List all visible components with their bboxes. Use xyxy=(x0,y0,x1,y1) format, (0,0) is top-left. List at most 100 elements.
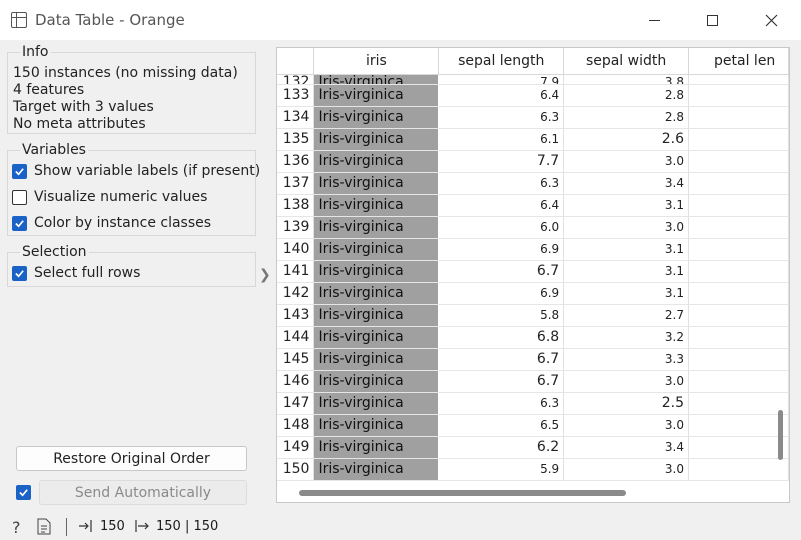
row-index[interactable]: 142 xyxy=(277,282,315,305)
table-row[interactable]: 145 Iris-virginica 6.7 3.3 xyxy=(277,348,789,371)
sepal-length-cell[interactable]: 6.1 xyxy=(438,128,565,151)
report-icon[interactable] xyxy=(37,518,51,535)
iris-cell[interactable]: Iris-virginica xyxy=(313,370,440,393)
sepal-length-cell[interactable]: 5.9 xyxy=(438,458,565,481)
row-index[interactable]: 148 xyxy=(277,414,315,437)
iris-cell[interactable]: Iris-virginica xyxy=(313,128,440,151)
petal-length-cell[interactable] xyxy=(688,282,789,305)
color-by-class-checkbox[interactable]: Color by instance classes xyxy=(12,215,211,231)
petal-length-cell[interactable] xyxy=(688,260,789,283)
table-row[interactable]: 139 Iris-virginica 6.0 3.0 xyxy=(277,216,789,239)
sepal-length-cell[interactable]: 6.5 xyxy=(438,414,565,437)
table-row[interactable]: 136 Iris-virginica 7.7 3.0 xyxy=(277,150,789,173)
row-index[interactable]: 139 xyxy=(277,216,315,239)
iris-cell[interactable]: Iris-virginica xyxy=(313,106,440,129)
row-index[interactable]: 146 xyxy=(277,370,315,393)
row-index[interactable]: 141 xyxy=(277,260,315,283)
sepal-width-cell[interactable]: 3.8 xyxy=(563,74,690,85)
petal-length-cell[interactable] xyxy=(688,392,789,415)
sepal-width-cell[interactable]: 2.5 xyxy=(563,392,690,415)
iris-cell[interactable]: Iris-virginica xyxy=(313,304,440,327)
petal-length-cell[interactable] xyxy=(688,304,789,327)
petal-length-cell[interactable] xyxy=(688,326,789,349)
restore-original-order-button[interactable]: Restore Original Order xyxy=(16,446,247,471)
sepal-length-cell[interactable]: 6.0 xyxy=(438,216,565,239)
table-row[interactable]: 138 Iris-virginica 6.4 3.1 xyxy=(277,194,789,217)
sepal-width-cell[interactable]: 3.0 xyxy=(563,458,690,481)
iris-cell[interactable]: Iris-virginica xyxy=(313,84,440,107)
table-row[interactable]: 144 Iris-virginica 6.8 3.2 xyxy=(277,326,789,349)
sepal-length-cell[interactable]: 5.8 xyxy=(438,304,565,327)
column-header-sepal-width[interactable]: sepal width xyxy=(563,48,690,75)
petal-length-cell[interactable] xyxy=(688,370,789,393)
minimize-button[interactable] xyxy=(624,0,684,40)
table-row[interactable]: 137 Iris-virginica 6.3 3.4 xyxy=(277,172,789,195)
table-row[interactable]: 134 Iris-virginica 6.3 2.8 xyxy=(277,106,789,129)
row-index[interactable]: 143 xyxy=(277,304,315,327)
table-row[interactable]: 132 Iris-virginica 7.9 3.8 xyxy=(277,74,789,85)
sepal-width-cell[interactable]: 3.1 xyxy=(563,282,690,305)
sepal-width-cell[interactable]: 3.4 xyxy=(563,172,690,195)
petal-length-cell[interactable] xyxy=(688,150,789,173)
help-icon[interactable]: ? xyxy=(12,518,21,537)
row-index[interactable]: 133 xyxy=(277,84,315,107)
petal-length-cell[interactable] xyxy=(688,84,789,107)
petal-length-cell[interactable] xyxy=(688,458,789,481)
petal-length-cell[interactable] xyxy=(688,348,789,371)
sepal-width-cell[interactable]: 2.6 xyxy=(563,128,690,151)
sepal-width-cell[interactable]: 3.1 xyxy=(563,260,690,283)
column-header-iris[interactable]: iris xyxy=(313,48,440,75)
row-index[interactable]: 138 xyxy=(277,194,315,217)
send-automatically-checkbox[interactable] xyxy=(16,485,31,500)
sepal-length-cell[interactable]: 6.7 xyxy=(438,370,565,393)
close-button[interactable] xyxy=(741,0,801,40)
iris-cell[interactable]: Iris-virginica xyxy=(313,392,440,415)
output-summary[interactable]: 150 | 150 xyxy=(134,518,218,534)
maximize-button[interactable] xyxy=(682,0,742,40)
iris-cell[interactable]: Iris-virginica xyxy=(313,216,440,239)
collapse-panel-chevron-icon[interactable]: ❯ xyxy=(259,267,271,283)
row-index[interactable]: 136 xyxy=(277,150,315,173)
show-variable-labels-checkbox[interactable]: Show variable labels (if present) xyxy=(12,163,260,179)
corner-header[interactable] xyxy=(277,48,315,75)
petal-length-cell[interactable] xyxy=(688,216,789,239)
iris-cell[interactable]: Iris-virginica xyxy=(313,238,440,261)
sepal-width-cell[interactable]: 3.2 xyxy=(563,326,690,349)
visualize-numeric-checkbox[interactable]: Visualize numeric values xyxy=(12,189,207,205)
column-header-petal-length[interactable]: petal len xyxy=(688,48,789,75)
table-row[interactable]: 141 Iris-virginica 6.7 3.1 xyxy=(277,260,789,283)
row-index[interactable]: 134 xyxy=(277,106,315,129)
sepal-length-cell[interactable]: 6.8 xyxy=(438,326,565,349)
sepal-width-cell[interactable]: 3.0 xyxy=(563,414,690,437)
iris-cell[interactable]: Iris-virginica xyxy=(313,436,440,459)
sepal-length-cell[interactable]: 7.7 xyxy=(438,150,565,173)
petal-length-cell[interactable] xyxy=(688,74,789,85)
table-row[interactable]: 148 Iris-virginica 6.5 3.0 xyxy=(277,414,789,437)
row-index[interactable]: 137 xyxy=(277,172,315,195)
iris-cell[interactable]: Iris-virginica xyxy=(313,194,440,217)
iris-cell[interactable]: Iris-virginica xyxy=(313,172,440,195)
select-full-rows-checkbox[interactable]: Select full rows xyxy=(12,265,140,281)
sepal-width-cell[interactable]: 2.7 xyxy=(563,304,690,327)
petal-length-cell[interactable] xyxy=(688,238,789,261)
column-header-sepal-length[interactable]: sepal length xyxy=(438,48,565,75)
sepal-length-cell[interactable]: 6.7 xyxy=(438,348,565,371)
sepal-length-cell[interactable]: 6.9 xyxy=(438,238,565,261)
iris-cell[interactable]: Iris-virginica xyxy=(313,348,440,371)
table-row[interactable]: 150 Iris-virginica 5.9 3.0 xyxy=(277,458,789,481)
petal-length-cell[interactable] xyxy=(688,436,789,459)
sepal-length-cell[interactable]: 6.4 xyxy=(438,84,565,107)
table-row[interactable]: 142 Iris-virginica 6.9 3.1 xyxy=(277,282,789,305)
sepal-width-cell[interactable]: 3.3 xyxy=(563,348,690,371)
sepal-length-cell[interactable]: 7.9 xyxy=(438,74,565,85)
table-row[interactable]: 147 Iris-virginica 6.3 2.5 xyxy=(277,392,789,415)
table-row[interactable]: 135 Iris-virginica 6.1 2.6 xyxy=(277,128,789,151)
row-index[interactable]: 140 xyxy=(277,238,315,261)
sepal-length-cell[interactable]: 6.3 xyxy=(438,106,565,129)
horizontal-scrollbar-thumb[interactable] xyxy=(299,490,626,496)
row-index[interactable]: 149 xyxy=(277,436,315,459)
sepal-width-cell[interactable]: 3.4 xyxy=(563,436,690,459)
sepal-width-cell[interactable]: 3.1 xyxy=(563,194,690,217)
table-row[interactable]: 143 Iris-virginica 5.8 2.7 xyxy=(277,304,789,327)
iris-cell[interactable]: Iris-virginica xyxy=(313,282,440,305)
